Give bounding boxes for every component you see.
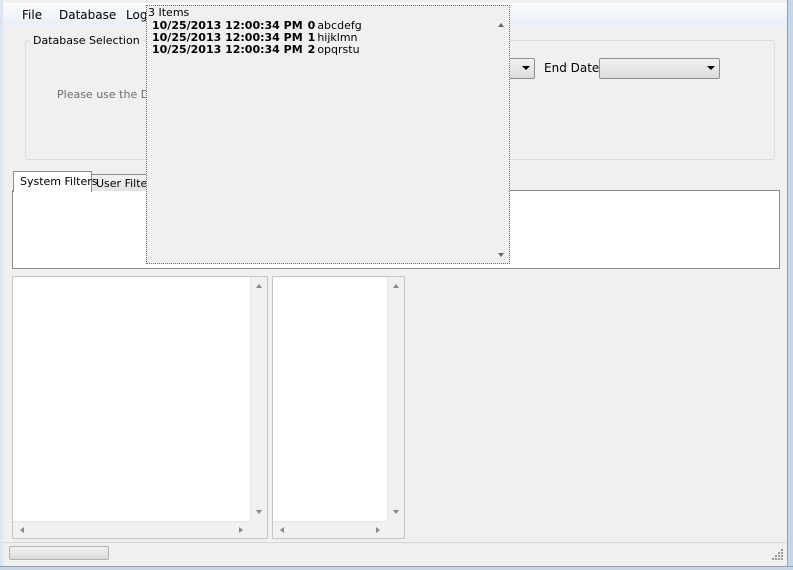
menu-log[interactable]: Log	[126, 8, 147, 22]
chevron-down-icon	[707, 66, 715, 70]
right-list-box[interactable]	[272, 276, 405, 539]
popup-title: 3 Items	[148, 6, 190, 19]
progress-bar	[9, 546, 109, 560]
scroll-up-icon[interactable]	[256, 284, 262, 288]
popup-item-list: 10/25/2013 12:00:34 PM 0 abcdefg 10/25/201…	[152, 20, 362, 56]
item-timestamp: 10/25/2013 12:00:34 PM	[152, 43, 303, 56]
tab-system-filters[interactable]: System Filters	[13, 171, 98, 192]
database-selection-title: Database Selection	[30, 34, 143, 47]
scroll-right-icon[interactable]	[376, 527, 380, 533]
item-index: 2	[307, 43, 316, 56]
window-frame-left	[0, 0, 3, 570]
scroll-left-icon[interactable]	[280, 527, 284, 533]
left-list-box[interactable]	[12, 276, 268, 539]
scroll-right-icon[interactable]	[239, 527, 243, 533]
end-date-dropdown[interactable]	[599, 58, 720, 79]
scrollbar-corner	[387, 521, 404, 538]
window-frame-right	[787, 0, 793, 570]
scroll-down-icon[interactable]	[393, 510, 399, 514]
scroll-left-icon[interactable]	[20, 527, 24, 533]
scroll-down-icon[interactable]	[256, 510, 262, 514]
horizontal-scrollbar[interactable]	[273, 521, 387, 538]
end-date-label: End Date	[544, 61, 600, 75]
vertical-scrollbar[interactable]	[250, 277, 267, 521]
horizontal-scrollbar[interactable]	[13, 521, 250, 538]
status-bar	[3, 542, 787, 566]
menu-database[interactable]: Database	[59, 8, 116, 22]
instructions-text: Please use the Dat	[57, 88, 161, 101]
scroll-down-icon[interactable]	[498, 253, 504, 257]
window-frame-bottom	[0, 566, 793, 570]
menu-file[interactable]: File	[22, 8, 42, 22]
chevron-down-icon	[522, 66, 530, 70]
resize-grip-icon[interactable]	[772, 549, 784, 561]
list-item[interactable]: 10/25/2013 12:00:34 PM 2 opqrstu	[152, 44, 362, 56]
scrollbar-corner	[250, 521, 267, 538]
scroll-up-icon[interactable]	[498, 23, 504, 27]
tab-user-filters[interactable]: User Filters	[91, 174, 158, 191]
log-items-popup[interactable]: 3 Items 10/25/2013 12:00:34 PM 0 abcdefg 1…	[146, 5, 510, 264]
scroll-up-icon[interactable]	[393, 284, 399, 288]
popup-vertical-scrollbar[interactable]	[494, 18, 508, 262]
item-text: opqrstu	[317, 43, 360, 56]
vertical-scrollbar[interactable]	[387, 277, 404, 521]
